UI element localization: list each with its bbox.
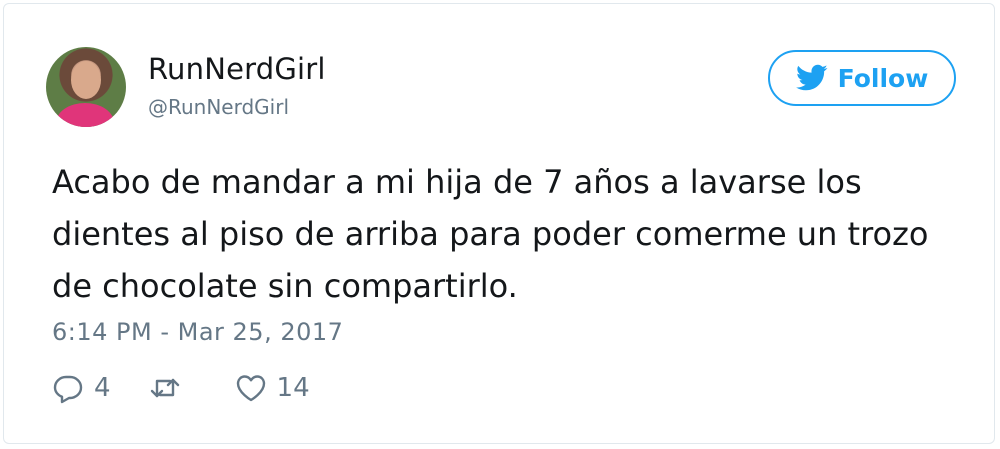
tweet-card: RunNerdGirl @RunNerdGirl Follow Acabo de… (3, 3, 995, 444)
avatar[interactable] (46, 47, 126, 127)
tweet-text: Acabo de mandar a mi hija de 7 años a la… (52, 163, 929, 305)
retweet-icon (150, 378, 179, 398)
follow-button[interactable]: Follow (768, 50, 956, 106)
like-count: 14 (276, 373, 310, 403)
reply-icon (53, 375, 83, 404)
display-name[interactable]: RunNerdGirl (148, 52, 326, 86)
user-handle[interactable]: @RunNerdGirl (148, 95, 289, 119)
reply-button[interactable]: 4 (52, 372, 111, 404)
like-button[interactable]: 14 (235, 372, 310, 404)
avatar-face (71, 61, 101, 99)
avatar-shirt (56, 103, 114, 127)
heart-icon (236, 375, 265, 402)
tweet-timestamp[interactable]: 6:14 PM - Mar 25, 2017 (52, 318, 343, 346)
tweet-actions: 4 14 (52, 372, 310, 404)
reply-count: 4 (94, 373, 111, 403)
retweet-button[interactable] (149, 372, 191, 404)
follow-label: Follow (837, 63, 929, 93)
twitter-bird-icon (795, 64, 828, 91)
